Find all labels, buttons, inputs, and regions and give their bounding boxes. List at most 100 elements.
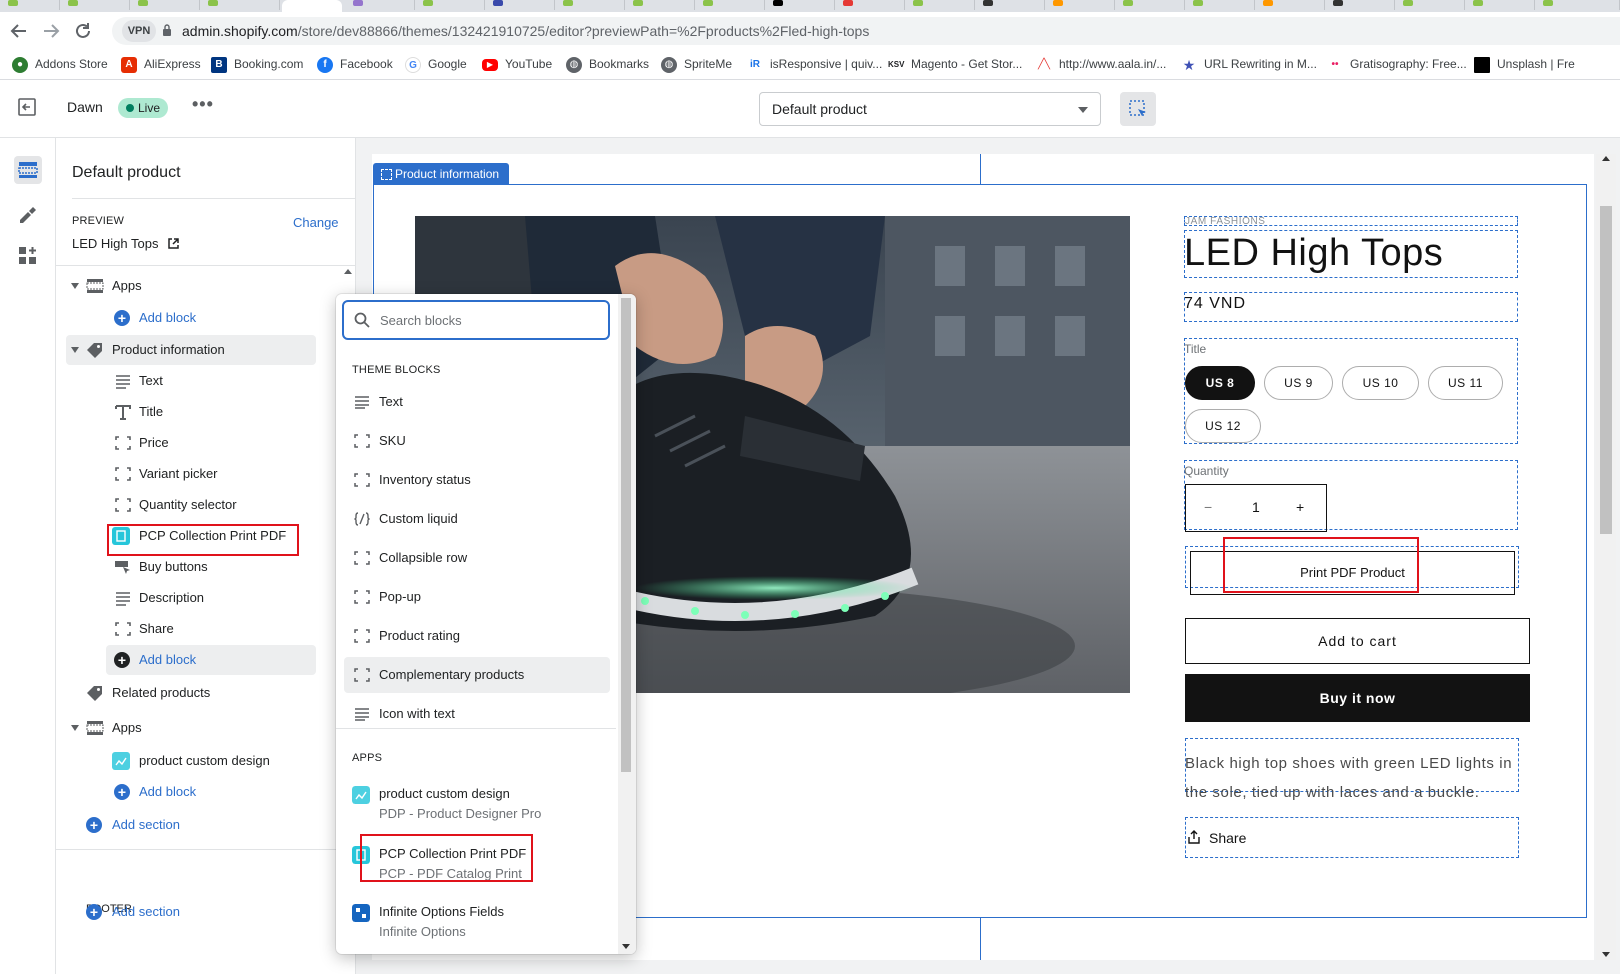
scroll-down-icon[interactable]: [622, 944, 630, 949]
search-field[interactable]: [342, 300, 610, 340]
theme-block-custom-liquid[interactable]: Custom liquid: [344, 501, 610, 537]
chevron-down-icon[interactable]: [71, 725, 79, 731]
block-description[interactable]: Description: [106, 583, 316, 613]
section-apps-bottom[interactable]: Apps: [66, 713, 326, 743]
lock-icon[interactable]: [162, 24, 172, 36]
app-block-product-custom-design[interactable]: product custom design PDP - Product Desi…: [344, 784, 610, 828]
theme-block-complementary-products[interactable]: Complementary products: [344, 657, 610, 693]
template-select[interactable]: Default product: [759, 92, 1101, 126]
buy-it-now-button[interactable]: Buy it now: [1185, 674, 1530, 722]
quantity-value[interactable]: 1: [1252, 499, 1260, 515]
bookmark-booking[interactable]: B Booking.com: [211, 57, 303, 73]
browser-tab[interactable]: [1185, 0, 1255, 10]
scroll-up-icon[interactable]: [344, 269, 352, 274]
variant-pill-us-8[interactable]: US 8: [1185, 366, 1255, 400]
browser-tab[interactable]: [200, 0, 280, 10]
browser-tab[interactable]: [765, 0, 835, 10]
add-section-button[interactable]: + Add section: [78, 897, 318, 927]
search-input[interactable]: [380, 310, 600, 330]
theme-block-collapsible-row[interactable]: Collapsible row: [344, 540, 610, 576]
bookmark-isresponsive[interactable]: iR isResponsive | quiv...: [747, 57, 882, 73]
add-block-button[interactable]: + Add block: [106, 303, 326, 333]
browser-tab[interactable]: [1465, 0, 1535, 10]
chevron-down-icon[interactable]: [71, 283, 79, 289]
bookmark-bookmarks[interactable]: ◍ Bookmarks: [566, 57, 649, 73]
block-price[interactable]: Price: [106, 428, 316, 458]
block-buy-buttons[interactable]: Buy buttons: [106, 552, 316, 582]
bookmark-youtube[interactable]: ▶ YouTube: [482, 57, 552, 71]
scroll-down-icon[interactable]: [1602, 952, 1610, 957]
theme-block-pop-up[interactable]: Pop-up: [344, 579, 610, 615]
block-text[interactable]: Text: [106, 366, 316, 396]
bookmark-spriteme[interactable]: ◍ SpriteMe: [661, 57, 732, 73]
theme-block-inventory-status[interactable]: Inventory status: [344, 462, 610, 498]
theme-block-icon-with-text[interactable]: Icon with text: [344, 696, 610, 732]
section-related-products[interactable]: Related products: [66, 678, 326, 708]
bookmark-google[interactable]: G Google: [405, 57, 467, 73]
section-apps-top[interactable]: Apps: [66, 271, 326, 301]
share-button[interactable]: Share: [1185, 817, 1530, 859]
theme-block-text[interactable]: Text: [344, 384, 610, 420]
browser-tab[interactable]: [695, 0, 765, 10]
add-section-button[interactable]: + Add section: [78, 810, 318, 840]
preview-change-link[interactable]: Change: [293, 215, 339, 230]
add-block-button[interactable]: + Add block: [106, 777, 326, 807]
app-block-infinite-options-fields[interactable]: Infinite Options Fields Infinite Options: [344, 902, 610, 946]
block-product-custom-design[interactable]: product custom design: [106, 746, 326, 776]
reload-icon[interactable]: [72, 20, 94, 42]
browser-tab[interactable]: [60, 0, 130, 10]
app-embeds-icon[interactable]: [14, 242, 42, 270]
browser-tab[interactable]: [1325, 0, 1395, 10]
scroll-up-icon[interactable]: [1602, 156, 1610, 161]
theme-settings-icon[interactable]: [14, 200, 42, 228]
vpn-icon[interactable]: VPN: [122, 20, 156, 42]
quantity-stepper[interactable]: − 1 +: [1185, 484, 1327, 532]
browser-tab[interactable]: [0, 0, 60, 10]
back-icon[interactable]: [8, 20, 30, 42]
section-tag[interactable]: Product information: [373, 163, 510, 185]
browser-tab[interactable]: [975, 0, 1045, 10]
more-actions-button[interactable]: •••: [192, 94, 214, 115]
browser-tab[interactable]: [625, 0, 695, 10]
browser-tab[interactable]: [1045, 0, 1115, 10]
variant-pill-us-9[interactable]: US 9: [1264, 366, 1333, 400]
browser-tab[interactable]: [1395, 0, 1465, 10]
bookmark-facebook[interactable]: f Facebook: [317, 57, 393, 73]
browser-tab[interactable]: [130, 0, 200, 10]
theme-block-product-rating[interactable]: Product rating: [344, 618, 610, 654]
theme-block-sku[interactable]: SKU: [344, 423, 610, 459]
browser-tab[interactable]: [555, 0, 625, 10]
bookmark-url-rewriting[interactable]: ★ URL Rewriting in M...: [1181, 57, 1317, 73]
inspector-toggle-button[interactable]: [1120, 92, 1156, 126]
browser-tab[interactable]: [415, 0, 485, 10]
browser-tab[interactable]: [835, 0, 905, 10]
add-to-cart-button[interactable]: Add to cart: [1185, 618, 1530, 664]
bookmark-unsplash[interactable]: Unsplash | Fre: [1474, 57, 1575, 73]
address-bar[interactable]: VPN admin.shopify.com/store/dev88866/the…: [112, 17, 1620, 45]
add-block-button[interactable]: + Add block: [106, 645, 316, 675]
chevron-down-icon[interactable]: [71, 347, 79, 353]
browser-tab[interactable]: [1115, 0, 1185, 10]
plus-icon[interactable]: +: [1296, 499, 1304, 515]
bookmark-aala[interactable]: ╱╲ http://www.aala.in/...: [1036, 57, 1166, 73]
forward-icon[interactable]: [40, 20, 62, 42]
browser-tab[interactable]: [1535, 0, 1620, 10]
bookmark-magento[interactable]: KSV Magento - Get Stor...: [888, 57, 1022, 73]
bookmark-aliexpress[interactable]: A AliExpress: [121, 57, 201, 73]
block-variant-picker[interactable]: Variant picker: [106, 459, 316, 489]
browser-tab[interactable]: [1255, 0, 1325, 10]
variant-pill-us-10[interactable]: US 10: [1342, 366, 1419, 400]
external-link-icon[interactable]: [168, 238, 179, 249]
variant-pill-us-12[interactable]: US 12: [1185, 409, 1261, 443]
browser-tab[interactable]: [905, 0, 975, 10]
block-title[interactable]: Title: [106, 397, 316, 427]
section-product-information[interactable]: Product information: [66, 335, 316, 365]
minus-icon[interactable]: −: [1204, 499, 1212, 515]
exit-icon[interactable]: [16, 96, 38, 118]
popover-scrollbar-thumb[interactable]: [621, 298, 631, 772]
browser-tab-active[interactable]: [282, 0, 342, 12]
bookmark-gratisography[interactable]: •• Gratisography: Free...: [1327, 57, 1466, 73]
block-share[interactable]: Share: [106, 614, 316, 644]
block-quantity-selector[interactable]: Quantity selector: [106, 490, 316, 520]
sections-icon[interactable]: [14, 156, 42, 184]
